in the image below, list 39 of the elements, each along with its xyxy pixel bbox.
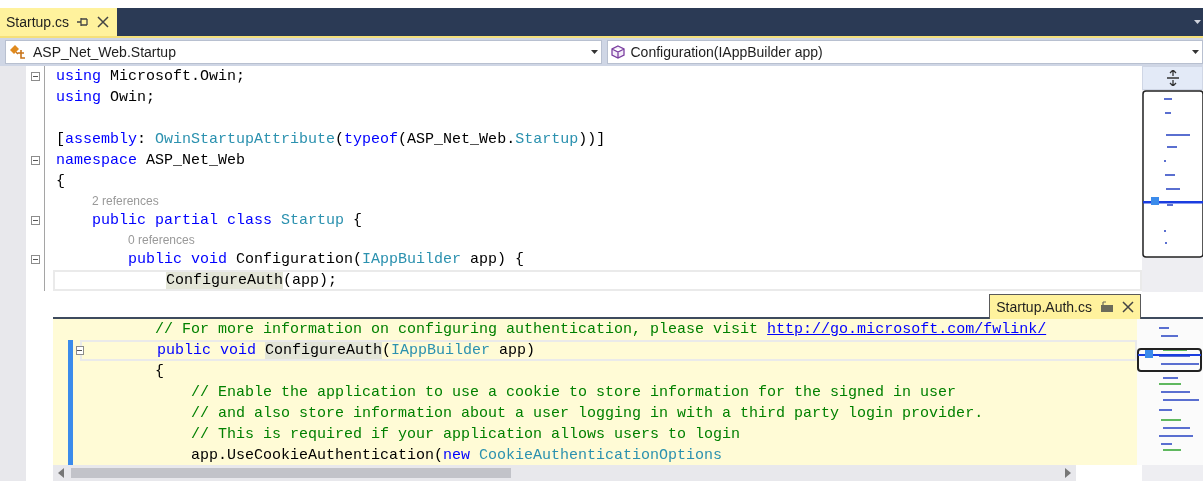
code-line: using Microsoft.Owin; (55, 67, 246, 87)
splitter-icon (1165, 70, 1180, 86)
code-line: { (154, 362, 164, 382)
scroll-left-icon[interactable] (58, 468, 64, 478)
pin-icon[interactable] (77, 17, 90, 27)
code-line: // For more information on configuring authentication, please visit http://go.microsoft.com/fwlink/ (154, 320, 1047, 340)
code-line: // This is required if your application allows users to login (190, 425, 741, 445)
document-tab[interactable]: Startup.cs (0, 8, 118, 36)
peek-file-tab[interactable]: Startup.Auth.cs (989, 294, 1141, 319)
caret-icon[interactable] (1194, 20, 1201, 24)
member-dropdown[interactable]: Configuration(IAppBuilder app) (606, 40, 1203, 64)
promote-icon[interactable] (1100, 301, 1114, 313)
splitter-button[interactable] (1142, 66, 1203, 90)
code-line: public partial class Startup { (91, 211, 363, 231)
link[interactable]: http://go.microsoft.com/fwlink/ (767, 321, 1047, 338)
minimap-drawing[interactable] (1142, 90, 1203, 260)
code-line: app.UseCookieAuthentication(new CookieAuthenticationOptions (190, 446, 723, 465)
type-dropdown[interactable]: ASP_Net_Web.Startup (5, 40, 602, 64)
code-line: // Enable the application to use a cookie to store information for the signed in user (190, 383, 957, 403)
code-line: { (55, 172, 65, 192)
code-line: [assembly: OwinStartupAttribute(typeof(ASP_Net_Web.Startup))] (55, 130, 606, 150)
collapse-icon[interactable] (75, 346, 84, 355)
code-line: using Owin; (55, 88, 156, 108)
collapse-icon[interactable] (31, 72, 40, 81)
caret-icon[interactable] (590, 50, 598, 54)
collapse-icon[interactable] (31, 216, 40, 225)
scroll-right-icon[interactable] (1065, 468, 1071, 478)
code-line: public void ConfigureAuth(IAppBuilder app) (156, 341, 536, 361)
code-line: namespace ASP_Net_Web (55, 151, 246, 171)
caret-icon[interactable] (1192, 50, 1199, 54)
code-line: public void Configuration(IAppBuilder app) { (127, 250, 525, 270)
close-icon[interactable] (97, 16, 110, 28)
class-icon (9, 44, 27, 60)
code-line: // and also store information about a user logging in with a third party login provider. (190, 404, 984, 424)
cube-icon (610, 45, 625, 59)
collapse-icon[interactable] (31, 156, 40, 165)
horizontal-scrollbar[interactable] (53, 465, 1076, 481)
close-icon[interactable] (1122, 301, 1134, 313)
collapse-icon[interactable] (31, 255, 40, 264)
